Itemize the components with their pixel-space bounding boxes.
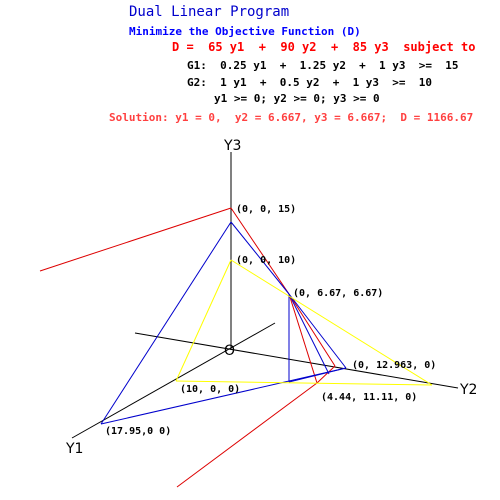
point-label-optimal-vertex: (0, 6.67, 6.67) <box>293 288 383 299</box>
y2-axis-label: Y2 <box>459 382 477 398</box>
g1-line-a <box>288 293 330 375</box>
point-label-10-0-0: (10, 0, 0) <box>180 384 240 395</box>
y1-axis <box>71 322 276 439</box>
origin-label: O <box>224 343 235 359</box>
point-label-444-1111-0: (4.44, 11.11, 0) <box>321 392 417 403</box>
objective-line-b <box>288 293 336 367</box>
g1-line-b <box>288 293 347 369</box>
point-label-0-12963-0: (0, 12.963, 0) <box>352 360 436 371</box>
point-label-1795-0-0: (17.95,0 0) <box>105 426 171 437</box>
g2-edge-y1-y3 <box>175 259 232 382</box>
g1-edge-y1-y2 <box>100 367 347 425</box>
objective-line-left <box>39 207 232 272</box>
objective-line-bottom <box>176 382 318 488</box>
y3-axis-label: Y3 <box>223 138 241 154</box>
y1-axis-label: Y1 <box>65 441 83 457</box>
objective-line-a <box>288 293 318 384</box>
3d-feasible-region-diagram: (0, 0, 15) (0, 0, 10) (0, 6.67, 6.67) (0… <box>39 138 477 488</box>
g1-bottom <box>288 367 347 383</box>
point-label-0-0-15: (0, 0, 15) <box>236 204 296 215</box>
objective-line-top <box>230 207 290 295</box>
point-label-0-0-10: (0, 0, 10) <box>236 255 296 266</box>
